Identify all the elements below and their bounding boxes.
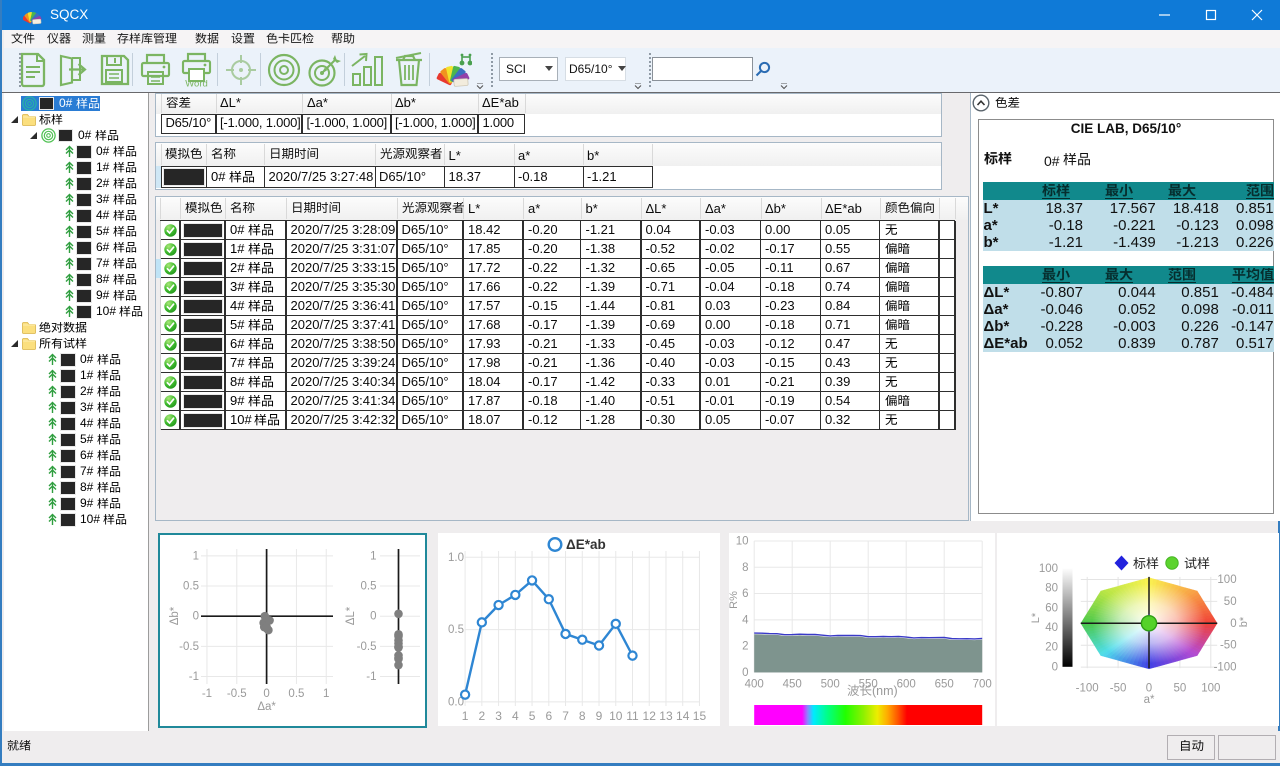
svg-text:0: 0 [193,611,199,623]
svg-text:-100: -100 [1214,662,1237,674]
svg-text:ΔL*: ΔL* [345,606,357,625]
svg-text:10: 10 [609,709,623,723]
svg-text:4: 4 [512,709,519,723]
svg-text:13: 13 [659,709,673,723]
svg-text:ΔE*ab: ΔE*ab [566,537,606,552]
svg-text:20: 20 [1045,642,1058,654]
svg-text:9: 9 [596,709,603,723]
svg-text:Word: Word [185,79,208,90]
svg-text:2: 2 [478,709,485,723]
svg-text:80: 80 [1045,583,1058,595]
svg-text:0.5: 0.5 [361,581,377,593]
svg-text:450: 450 [783,679,802,691]
svg-text:40: 40 [1045,622,1058,634]
svg-text:10: 10 [736,536,749,548]
svg-text:-50: -50 [1110,683,1127,695]
svg-text:3: 3 [495,709,502,723]
svg-text:700: 700 [973,679,992,691]
svg-text:-0.5: -0.5 [357,641,377,653]
svg-text:650: 650 [935,679,954,691]
svg-text:6: 6 [742,588,748,600]
svg-text:8: 8 [742,562,748,574]
svg-text:12: 12 [643,709,657,723]
svg-text:15: 15 [693,709,707,723]
svg-text:400: 400 [745,679,764,691]
svg-text:0: 0 [1230,618,1236,630]
svg-text:1: 1 [370,550,376,562]
svg-text:a*: a* [1144,694,1155,706]
svg-text:2: 2 [742,641,748,653]
svg-text:-100: -100 [1076,683,1099,695]
svg-text:50: 50 [1224,596,1237,608]
svg-text:R%: R% [729,591,740,609]
svg-text:0: 0 [742,667,748,679]
svg-text:100: 100 [1217,574,1236,586]
svg-text:0: 0 [1146,683,1152,695]
svg-text:0.5: 0.5 [288,688,304,700]
svg-text:Δa*: Δa* [257,701,276,713]
svg-text:-1: -1 [189,671,199,683]
svg-text:b*: b* [1238,616,1250,627]
svg-text:-0.5: -0.5 [179,641,199,653]
svg-text:5: 5 [529,709,536,723]
svg-text:6: 6 [545,709,552,723]
svg-text:0: 0 [1052,661,1058,673]
svg-text:1: 1 [323,688,329,700]
svg-text:0.5: 0.5 [448,624,464,636]
svg-text:0.5: 0.5 [183,581,199,593]
svg-text:0: 0 [263,688,269,700]
svg-text:100: 100 [1201,683,1220,695]
svg-text:-0.5: -0.5 [227,688,247,700]
svg-text:500: 500 [821,679,840,691]
svg-text:8: 8 [579,709,586,723]
svg-text:Δb*: Δb* [169,606,181,625]
svg-text:0: 0 [370,611,376,623]
svg-text:1: 1 [462,709,469,723]
svg-text:-50: -50 [1220,640,1237,652]
svg-text:(nm): (nm) [872,684,898,698]
svg-text:7: 7 [562,709,569,723]
svg-text:60: 60 [1045,602,1058,614]
svg-text:14: 14 [676,709,690,723]
svg-text:11: 11 [626,709,639,723]
svg-text:100: 100 [1039,563,1058,575]
svg-text:4: 4 [742,614,749,626]
svg-text:1.0: 1.0 [448,552,464,564]
svg-text:-1: -1 [202,688,212,700]
svg-text:L*: L* [1030,612,1042,623]
svg-text:-1: -1 [366,671,376,683]
svg-text:600: 600 [897,679,916,691]
svg-text:50: 50 [1174,683,1187,695]
svg-text:1: 1 [193,550,199,562]
